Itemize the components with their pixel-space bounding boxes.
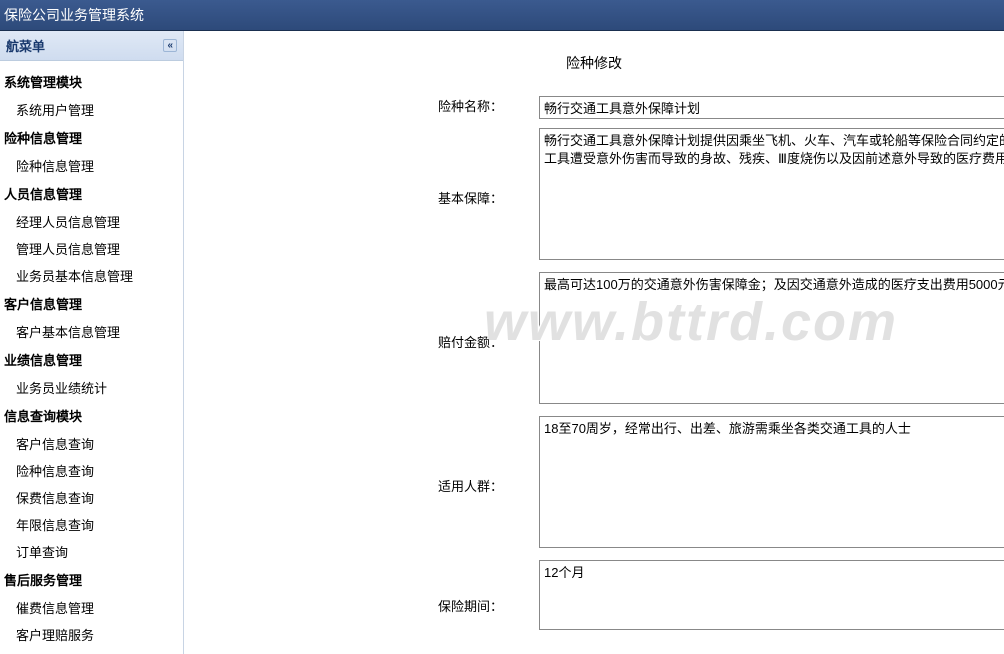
nav-item[interactable]: 经理人员信息管理 (0, 208, 183, 235)
nav-item[interactable]: 订单查询 (0, 538, 183, 565)
nav-item[interactable]: 管理人员信息管理 (0, 235, 183, 262)
label-payout-amount: 赔付金额： (434, 268, 539, 355)
nav-item[interactable]: 年限信息查询 (0, 511, 183, 538)
main-panel: 险种修改 险种名称： 基本保障： 赔付金额： (184, 31, 1004, 654)
nav-group-title: 险种信息管理 (0, 123, 183, 152)
sidebar: 航菜单 « 系统管理模块 系统用户管理 险种信息管理 险种信息管理 人员信息管理… (0, 31, 184, 654)
label-applicable-people: 适用人群： (434, 412, 539, 499)
form: 险种名称： 基本保障： 赔付金额： 适用人群： (434, 91, 1004, 637)
nav-item[interactable]: 客户理赔服务 (0, 621, 183, 648)
nav-item[interactable]: 保费信息查询 (0, 484, 183, 511)
label-insurance-name: 险种名称： (434, 92, 539, 119)
input-insurance-name[interactable] (539, 96, 1004, 119)
collapse-icon[interactable]: « (163, 39, 177, 52)
textarea-basic-coverage[interactable] (539, 128, 1004, 260)
nav-item[interactable]: 业务员业绩统计 (0, 374, 183, 401)
sidebar-header-label: 航菜单 (6, 36, 45, 55)
textarea-applicable-people[interactable] (539, 416, 1004, 548)
textarea-insurance-period[interactable] (539, 560, 1004, 630)
nav-item[interactable]: 客户基本信息管理 (0, 318, 183, 345)
nav-group-title: 信息查询模块 (0, 401, 183, 430)
app-title-bar: 保险公司业务管理系统 (0, 0, 1004, 31)
nav-group-title: 人员信息管理 (0, 179, 183, 208)
nav-item[interactable]: 险种信息管理 (0, 152, 183, 179)
label-insurance-period: 保险期间： (434, 556, 539, 619)
sidebar-header: 航菜单 « (0, 31, 183, 61)
nav-group-title: 业绩信息管理 (0, 345, 183, 374)
nav-item[interactable]: 险种信息查询 (0, 457, 183, 484)
textarea-payout-amount[interactable] (539, 272, 1004, 404)
nav: 系统管理模块 系统用户管理 险种信息管理 险种信息管理 人员信息管理 经理人员信… (0, 61, 183, 654)
nav-item[interactable]: 系统用户管理 (0, 96, 183, 123)
nav-group-title: 系统管理模块 (0, 67, 183, 96)
app-title: 保险公司业务管理系统 (4, 7, 144, 23)
nav-item[interactable]: 客户信息查询 (0, 430, 183, 457)
nav-group-title: 售后服务管理 (0, 565, 183, 594)
nav-item[interactable]: 催费信息管理 (0, 594, 183, 621)
page-title: 险种修改 (184, 31, 1004, 91)
nav-item[interactable]: 业务员基本信息管理 (0, 262, 183, 289)
nav-group-title: 客户信息管理 (0, 289, 183, 318)
label-basic-coverage: 基本保障： (434, 124, 539, 211)
